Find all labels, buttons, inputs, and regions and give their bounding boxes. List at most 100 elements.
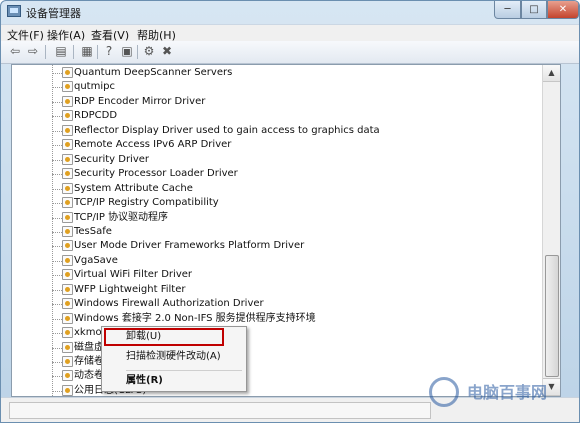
forward-arrow-icon[interactable]: ⇨ <box>25 44 41 59</box>
tree-item[interactable]: Reflector Display Driver used to gain ac… <box>12 124 452 138</box>
back-arrow-icon[interactable]: ⇦ <box>7 44 23 59</box>
context-menu-properties[interactable]: 属性(R) <box>102 373 246 389</box>
tree-item[interactable]: Windows 套接字 2.0 Non-IFS 服务提供程序支持环境 <box>12 312 452 326</box>
driver-icon <box>62 81 73 93</box>
tree-item[interactable]: RDPCDD <box>12 109 452 123</box>
tree-item-label: System Attribute Cache <box>74 182 193 194</box>
toolbar-separator <box>97 45 98 59</box>
toolbar-separator <box>45 45 46 59</box>
tree-connector <box>52 101 62 103</box>
scroll-up-icon[interactable]: ▲ <box>543 65 560 82</box>
driver-icon <box>62 254 73 266</box>
help-icon[interactable]: ? <box>101 44 117 59</box>
tree-item-label: 磁盘虚 <box>74 341 104 353</box>
tree-item[interactable]: TCP/IP 协议驱动程序 <box>12 211 452 225</box>
uninstall-label: 卸载(U) <box>126 331 162 342</box>
tree-connector <box>52 275 62 277</box>
driver-icon <box>62 153 73 165</box>
watermark-text: 电脑百事网 <box>467 383 548 402</box>
device-manager-icon <box>7 5 21 17</box>
tree-item-label: RDP Encoder Mirror Driver <box>74 95 206 107</box>
driver-icon <box>62 168 73 180</box>
tree-item[interactable]: Virtual WiFi Filter Driver <box>12 268 452 282</box>
tree-item[interactable]: VgaSave <box>12 254 452 268</box>
properties-icon[interactable]: ▦ <box>79 44 95 59</box>
tree-connector <box>52 145 62 147</box>
device-manager-window: 设备管理器 ─ □ ✕ 文件(F) 操作(A) 查看(V) 帮助(H) ⇦ ⇨ … <box>0 0 580 423</box>
tree-item[interactable]: System Attribute Cache <box>12 182 452 196</box>
tree-item-label: Virtual WiFi Filter Driver <box>74 269 192 281</box>
tree-connector <box>52 73 62 74</box>
driver-icon <box>62 269 73 281</box>
tree-item[interactable]: RDP Encoder Mirror Driver <box>12 95 452 109</box>
tree-item[interactable]: WFP Lightweight Filter <box>12 283 452 297</box>
tree-connector <box>52 347 62 349</box>
driver-icon <box>62 384 73 396</box>
menu-bar: 文件(F) 操作(A) 查看(V) 帮助(H) <box>1 24 579 42</box>
driver-icon <box>62 95 73 107</box>
tree-item-label: 存储卷 <box>74 356 104 367</box>
tree-connector <box>52 116 62 118</box>
tree-item-label: TCP/IP Registry Compatibility <box>74 197 219 209</box>
tree-connector <box>52 362 62 363</box>
tree-connector <box>52 289 62 291</box>
driver-icon <box>62 356 73 367</box>
close-button[interactable]: ✕ <box>547 1 579 19</box>
context-menu-separator <box>126 370 242 371</box>
tree-connector <box>52 217 62 219</box>
tree-item[interactable]: Remote Access IPv6 ARP Driver <box>12 138 452 152</box>
tree-item-label: Windows Firewall Authorization Driver <box>74 298 264 310</box>
driver-icon <box>62 197 73 209</box>
driver-icon <box>62 298 73 310</box>
tree-item-label: qutmipc <box>74 81 115 93</box>
tree-connector <box>52 376 62 378</box>
tree-item[interactable]: User Mode Driver Frameworks Platform Dri… <box>12 239 452 253</box>
driver-icon <box>62 139 73 151</box>
tree-item-label: WFP Lightweight Filter <box>74 283 186 295</box>
tree-connector <box>52 203 62 205</box>
driver-icon <box>62 240 73 252</box>
driver-icon <box>62 182 73 194</box>
context-menu-uninstall[interactable]: 卸载(U) <box>102 329 246 345</box>
title-bar[interactable]: 设备管理器 ─ □ ✕ <box>1 1 579 23</box>
tree-connector <box>52 130 62 132</box>
tree-item-label: 动态卷 <box>74 370 104 382</box>
driver-icon <box>62 341 73 353</box>
tree-connector <box>52 318 62 320</box>
tree-item[interactable]: Windows Firewall Authorization Driver <box>12 297 452 311</box>
tree-item[interactable]: qutmipc <box>12 80 452 94</box>
maximize-button[interactable]: □ <box>521 1 547 19</box>
tree-connector <box>52 390 62 392</box>
driver-icon <box>62 370 73 382</box>
driver-icon <box>62 283 73 295</box>
device-tree-panel: Quantum DeepScanner Servers qutmipc RDP En… <box>11 64 561 397</box>
driver-icon <box>62 225 73 237</box>
scan-hardware-icon[interactable]: ⚙ <box>141 44 157 59</box>
tree-item[interactable]: TesSafe <box>12 225 452 239</box>
show-hide-tree-icon[interactable]: ▤ <box>53 44 69 59</box>
status-pane <box>9 402 431 419</box>
tree-item-label: Quantum DeepScanner Servers <box>74 67 233 78</box>
tree-item[interactable]: Security Processor Loader Driver <box>12 167 452 181</box>
tree-item-label: TCP/IP 协议驱动程序 <box>74 211 169 223</box>
uninstall-icon[interactable]: ✖ <box>159 44 175 59</box>
driver-icon <box>62 211 73 223</box>
scroll-thumb[interactable] <box>545 255 559 377</box>
tree-connector <box>52 188 62 190</box>
tree-item[interactable]: TCP/IP Registry Compatibility <box>12 196 452 210</box>
tree-item-label: RDPCDD <box>74 110 118 122</box>
tree-item[interactable]: Quantum DeepScanner Servers <box>12 66 452 80</box>
driver-icon <box>62 67 73 78</box>
vertical-scrollbar[interactable]: ▲ ▼ <box>542 65 560 396</box>
tree-item-label: Security Processor Loader Driver <box>74 168 238 180</box>
driver-icon <box>62 327 73 339</box>
tree-item-label: Windows 套接字 2.0 Non-IFS 服务提供程序支持环境 <box>74 312 316 324</box>
minimize-button[interactable]: ─ <box>494 1 521 19</box>
tree-item-label: User Mode Driver Frameworks Platform Dri… <box>74 240 305 252</box>
tree-item[interactable]: Security Driver <box>12 153 452 167</box>
toolbar-separator <box>137 45 138 59</box>
context-menu-scan-hardware[interactable]: 扫描检测硬件改动(A) <box>102 349 246 365</box>
view-icon[interactable]: ▣ <box>119 44 135 59</box>
context-menu: 卸载(U) 扫描检测硬件改动(A) 属性(R) <box>101 326 247 392</box>
tree-connector <box>52 159 62 161</box>
